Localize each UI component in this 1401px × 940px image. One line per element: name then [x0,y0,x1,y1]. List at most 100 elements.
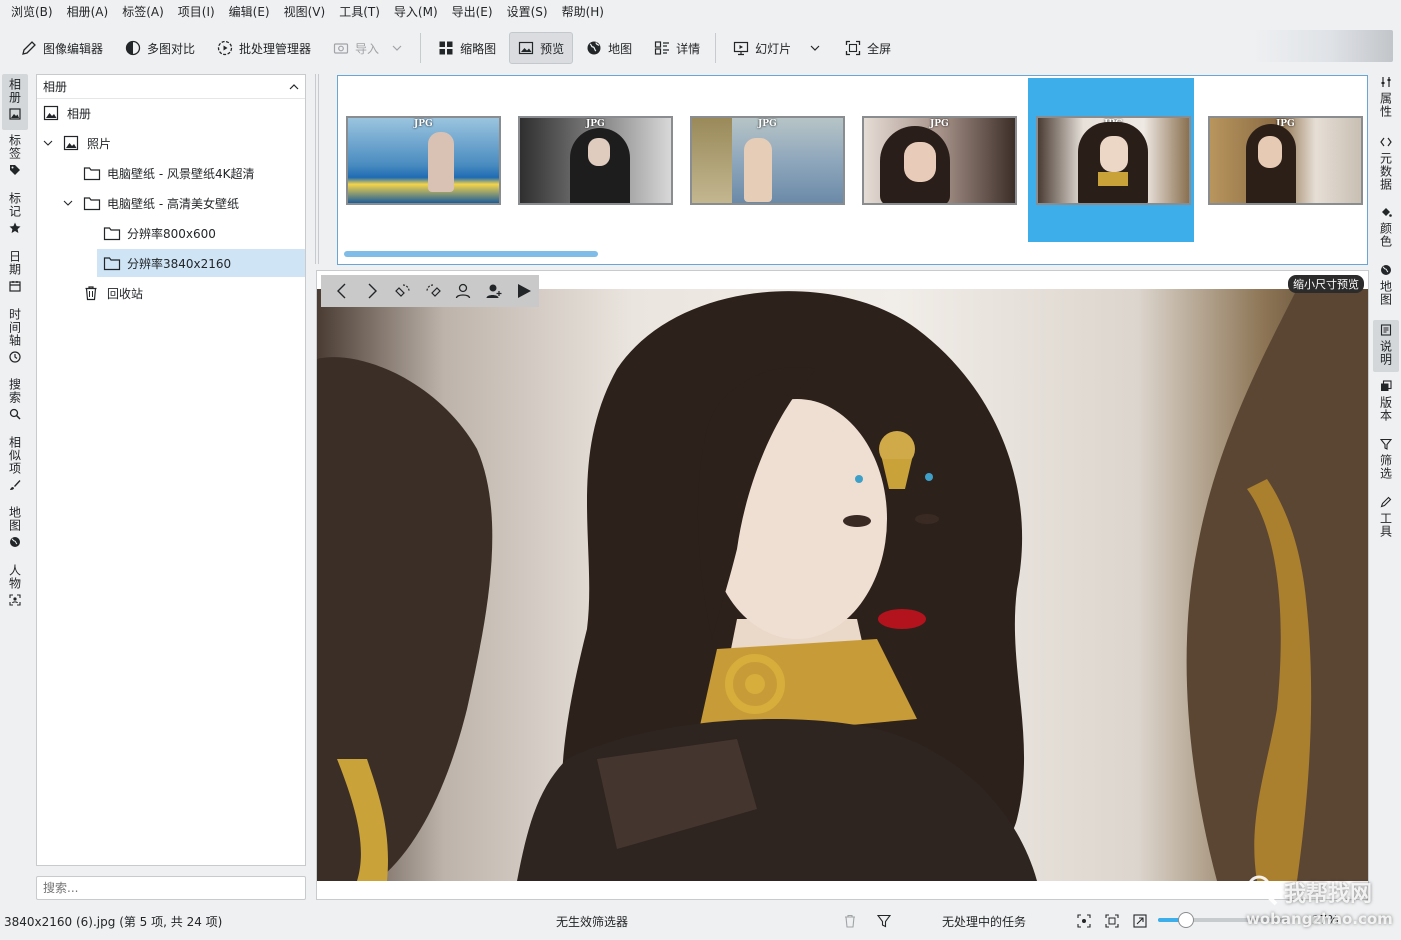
image-editor-button[interactable]: 图像编辑器 [12,32,112,64]
face-tag-button[interactable] [448,277,478,305]
rotate-right-button[interactable] [418,277,448,305]
thumbnail-item[interactable]: JPG [510,78,676,242]
left-tab-map[interactable]: 地图 [2,506,28,556]
batch-queue-icon [217,40,233,56]
map-view-button[interactable]: 地图 [577,32,641,64]
rotate-left-button[interactable] [388,277,418,305]
import-dropdown-chevron-icon[interactable] [388,40,406,56]
preview-view-button[interactable]: 预览 [509,32,574,64]
batch-manager-button[interactable]: 批处理管理器 [208,32,320,64]
menu-bar: 浏览(B) 相册(A) 标签(A) 项目(I) 编辑(E) 视图(V) 工具(T… [0,0,1401,24]
filter-icon[interactable] [876,913,892,929]
left-tab-timeline[interactable]: 时间轴 [2,308,28,370]
preview-photo-illustration [317,289,1368,881]
right-tab-filters[interactable]: 筛选 [1373,438,1399,490]
right-tab-tools[interactable]: 工具 [1373,496,1399,548]
add-face-button[interactable] [478,277,508,305]
left-tab-similar[interactable]: 相似项 [2,436,28,496]
next-image-button[interactable] [357,277,387,305]
compare-button[interactable]: 多图对比 [116,32,204,64]
left-tab-timeline-label: 时间轴 [7,308,22,347]
clear-filter-trash-icon[interactable] [842,913,858,929]
zoom-slider-handle[interactable] [1178,912,1194,928]
thumbnail-item[interactable]: JPG [1200,78,1366,242]
album-icon [63,135,81,151]
tree-node-folder-beauty[interactable]: 电脑壁纸 - 高清美女壁纸 [83,189,305,217]
thumbnail-face [1100,136,1128,172]
face-scan-icon [9,594,21,606]
left-tab-albums-label: 相册 [7,78,22,104]
zoom-fit-face-icon[interactable] [1076,913,1092,929]
menu-tags[interactable]: 标签(A) [115,0,171,24]
thumbnails-view-button[interactable]: 缩略图 [429,32,505,64]
play-slideshow-button[interactable] [509,277,539,305]
left-tab-dates[interactable]: 日期 [2,250,28,300]
menu-export[interactable]: 导出(E) [445,0,500,24]
right-tab-description-label: 说明 [1378,340,1393,366]
menu-help[interactable]: 帮助(H) [555,0,611,24]
right-tab-map[interactable]: 地图 [1373,264,1399,316]
tree-node-label: 分辨率800x600 [127,226,216,241]
right-tab-tools-label: 工具 [1378,512,1393,538]
tree-node-trash[interactable]: 回收站 [83,279,305,307]
tree-node-album-root[interactable]: 相册 [43,99,305,127]
right-tab-description[interactable]: 说明 [1373,320,1399,372]
tree-node-folder-landscape[interactable]: 电脑壁纸 - 风景壁纸4K超清 [83,159,305,187]
right-tab-colors[interactable]: 颜色 [1373,206,1399,258]
fullscreen-button[interactable]: 全屏 [836,32,900,64]
map-view-label: 地图 [608,41,633,56]
thumbnail-image: JPG [862,116,1017,205]
right-tab-metadata[interactable]: 元数据 [1373,136,1399,198]
album-search-input[interactable] [36,876,306,900]
left-tab-tags[interactable]: 标签 [2,134,28,184]
expand-chevron-down-icon[interactable] [62,197,74,209]
tree-node-res-800[interactable]: 分辨率800x600 [103,219,305,247]
thumbnail-image: JPG [1208,116,1363,205]
chevron-right-icon [368,283,378,299]
right-tab-versions[interactable]: 版本 [1373,380,1399,432]
right-tab-metadata-label: 元数据 [1378,152,1393,191]
zoom-fit-window-icon[interactable] [1104,913,1120,929]
thumbnail-item-selected[interactable]: JPG [1028,78,1194,242]
menu-album[interactable]: 相册(A) [60,0,116,24]
tree-node-res-3840[interactable]: 分辨率3840x2160 [97,249,305,277]
tree-node-label: 回收站 [107,286,144,301]
thumbnail-horizontal-scrollbar[interactable] [344,251,598,257]
menu-browse[interactable]: 浏览(B) [4,0,60,24]
expand-chevron-down-icon[interactable] [42,137,54,149]
paint-bucket-icon [1380,206,1392,218]
collapse-chevron-up-icon[interactable] [289,83,299,90]
import-button[interactable]: 导入 [324,32,388,64]
slideshow-button[interactable]: 幻灯片 [724,32,800,64]
panel-splitter-handle[interactable] [315,74,319,264]
tree-node-photos[interactable]: 照片 [63,129,305,157]
left-tab-labels[interactable]: 标记 [2,192,28,244]
menu-edit[interactable]: 编辑(E) [222,0,277,24]
menu-settings[interactable]: 设置(S) [500,0,555,24]
watermark-title: 我帮找网 [1284,882,1373,907]
rotate-right-icon [426,284,441,297]
left-tab-people[interactable]: 人物 [2,564,28,614]
menu-tools[interactable]: 工具(T) [332,0,387,24]
left-tab-search[interactable]: 搜索 [2,378,28,428]
slideshow-dropdown-chevron-icon[interactable] [806,40,824,56]
album-panel-header: 相册 [37,75,305,99]
menu-import[interactable]: 导入(M) [387,0,445,24]
thumbnails-view-label: 缩略图 [460,41,497,56]
left-tab-albums[interactable]: 相册 [2,74,28,130]
menu-item[interactable]: 项目(I) [171,0,222,24]
left-tab-dates-label: 日期 [7,250,22,276]
right-tab-properties[interactable]: 属性 [1373,76,1399,128]
folder-icon [83,195,101,211]
tree-node-label: 分辨率3840x2160 [127,256,232,271]
details-view-button[interactable]: 详情 [645,32,709,64]
zoom-actual-size-icon[interactable] [1132,913,1148,929]
thumbnail-item[interactable]: JPG [682,78,848,242]
thumbnail-item[interactable]: JPG [854,78,1020,242]
watermark-url: wobangzhao.com [1246,910,1393,928]
thumbnail-item[interactable]: JPG [338,78,504,242]
previous-image-button[interactable] [327,277,357,305]
pencil-icon [21,40,37,56]
menu-view[interactable]: 视图(V) [277,0,333,24]
image-icon [518,40,534,56]
